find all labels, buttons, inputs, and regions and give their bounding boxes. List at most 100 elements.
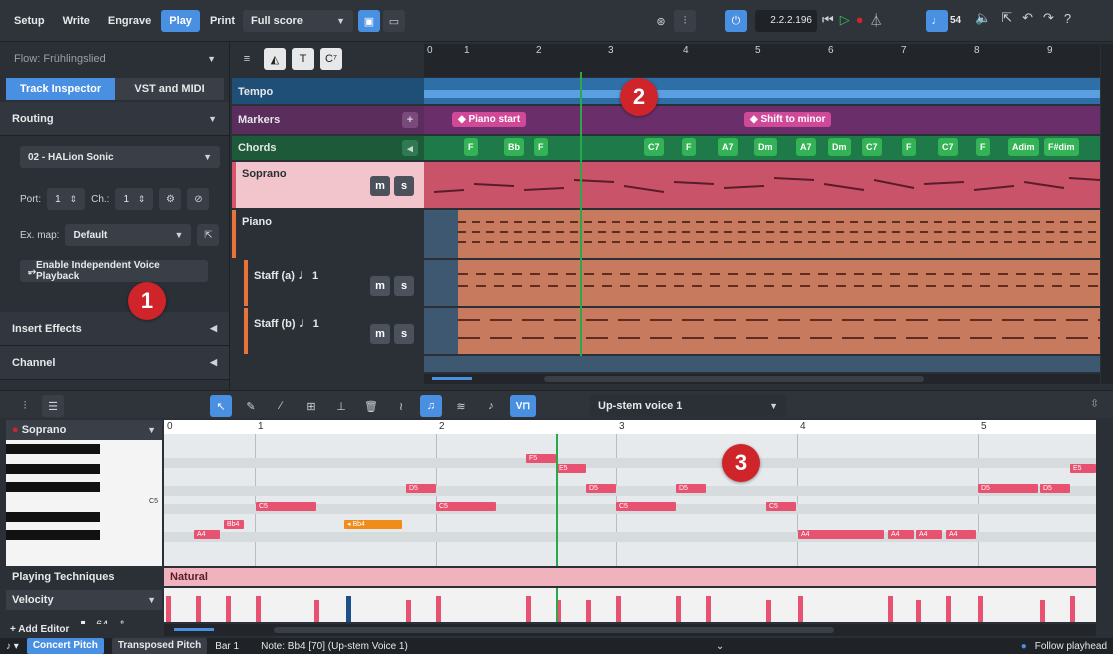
editor-ruler[interactable]: 0 1 2 3 4 5	[164, 420, 1096, 434]
velocity-select[interactable]: Velocity ▼	[6, 590, 162, 610]
chord-track-icon[interactable]: C⁷	[320, 48, 342, 70]
solo-button[interactable]: s	[394, 176, 414, 196]
add-editor-button[interactable]: + Add Editor	[6, 624, 162, 636]
note-a4[interactable]: A4	[946, 530, 976, 539]
delete-icon[interactable]: 🗑	[360, 395, 382, 417]
note-c5[interactable]: C5	[256, 502, 316, 511]
chord-f[interactable]: F	[682, 138, 696, 156]
staff-b-track-header[interactable]: Staff (b) ♩1 m s	[244, 308, 424, 354]
page-view-icon[interactable]: ▭	[383, 10, 405, 32]
mute-button[interactable]: m	[370, 176, 390, 196]
track-horizontal-scrollbar[interactable]	[424, 374, 1100, 384]
chord-f[interactable]: F	[976, 138, 990, 156]
mute-button[interactable]: m	[370, 276, 390, 296]
note-d5[interactable]: D5	[1040, 484, 1070, 493]
chords-track-header[interactable]: Chords ◂	[232, 136, 424, 160]
tempo-track-icon[interactable]: T	[292, 48, 314, 70]
layout-select[interactable]: Full score ▼	[243, 10, 353, 32]
note-input-icon[interactable]: ♪ ▾	[6, 641, 19, 652]
velocity-tool-icon[interactable]: ⊥	[330, 395, 352, 417]
chord-fsharpdim[interactable]: F#dim	[1044, 138, 1079, 156]
staff-a-lane[interactable]	[424, 260, 1100, 306]
note-d5[interactable]: D5	[978, 484, 1038, 493]
select-tool-icon[interactable]: ↖	[210, 395, 232, 417]
follow-playhead-label[interactable]: Follow playhead	[1035, 641, 1107, 652]
chord-f[interactable]: F	[534, 138, 548, 156]
chord-f[interactable]: F	[464, 138, 478, 156]
markers-lane[interactable]: ◆ Piano start ◆ Shift to minor	[424, 106, 1100, 134]
piano-lane[interactable]	[424, 210, 1100, 258]
mute-button[interactable]: m	[370, 324, 390, 344]
undo-icon[interactable]: ↶	[1022, 10, 1033, 26]
soprano-track-header[interactable]: Soprano m s	[232, 162, 424, 208]
note-d5[interactable]: D5	[586, 484, 616, 493]
exmap-select[interactable]: Default ▼	[65, 224, 192, 246]
settings-icon[interactable]: ⚙	[159, 188, 182, 210]
port-stepper[interactable]: 1 ⇕	[47, 188, 86, 210]
note-a4[interactable]: A4	[888, 530, 914, 539]
add-marker-icon[interactable]: +	[402, 112, 418, 128]
chord-bb[interactable]: Bb	[504, 138, 524, 156]
enable-voice-playback-button[interactable]: ⥅ Enable Independent Voice Playback	[20, 260, 208, 282]
list-view-icon[interactable]: ☰	[42, 395, 64, 417]
mode-print[interactable]: Print	[202, 10, 243, 32]
tempo-mode-icon[interactable]: ♩	[926, 10, 948, 32]
mode-write[interactable]: Write	[55, 10, 98, 32]
piano-keyboard[interactable]: C5	[6, 440, 162, 566]
export-icon[interactable]: ⇱	[1001, 10, 1012, 26]
mixer-icon[interactable]: ⫶	[14, 395, 36, 417]
flow-select[interactable]: Flow: Frühlingslied ▼	[6, 48, 224, 70]
help-icon[interactable]: ?	[1064, 11, 1071, 26]
note-input-icon[interactable]: ♫	[420, 395, 442, 417]
marker-shift-to-minor[interactable]: ◆ Shift to minor	[744, 112, 832, 127]
solo-button[interactable]: s	[394, 276, 414, 296]
note-bb4[interactable]: Bb4	[224, 520, 244, 529]
insert-effects-header[interactable]: Insert Effects ◀	[0, 312, 229, 346]
velocity-lane[interactable]	[164, 588, 1096, 622]
chord-f[interactable]: F	[902, 138, 916, 156]
dynamics-icon[interactable]: ◭	[264, 48, 286, 70]
redo-icon[interactable]: ↷	[1043, 10, 1054, 26]
tuplet-icon[interactable]: ♪	[480, 395, 502, 417]
tab-vst-midi[interactable]: VST and MIDI	[115, 78, 224, 100]
tempo-lane[interactable]	[424, 78, 1100, 104]
mixer-icon[interactable]: ⫶	[674, 10, 696, 32]
editor-instrument-select[interactable]: ● Soprano ▼	[6, 420, 162, 440]
channel-header[interactable]: Channel ◀	[0, 346, 229, 380]
edit-instrument-icon[interactable]: ⊘	[187, 188, 210, 210]
piano-track-header[interactable]: Piano	[232, 210, 424, 258]
chord-dm[interactable]: Dm	[828, 138, 851, 156]
markers-track-header[interactable]: Markers +	[232, 106, 424, 134]
chord-a7[interactable]: A7	[718, 138, 738, 156]
track-list-icon[interactable]: ≡	[236, 48, 258, 70]
transposed-pitch-toggle[interactable]: Transposed Pitch	[111, 638, 208, 654]
instrument-select[interactable]: 02 - HALion Sonic ▼	[20, 146, 220, 168]
chord-adim[interactable]: Adim	[1008, 138, 1039, 156]
playhead[interactable]	[580, 72, 582, 356]
solo-button[interactable]: s	[394, 324, 414, 344]
chord-dm[interactable]: Dm	[754, 138, 777, 156]
galley-view-icon[interactable]: ▣	[358, 10, 380, 32]
staff-b-lane[interactable]	[424, 308, 1100, 354]
note-d5[interactable]: D5	[676, 484, 706, 493]
play-icon[interactable]: ▷	[840, 12, 850, 28]
chord-options-icon[interactable]: ◂	[402, 140, 418, 156]
note-a4[interactable]: A4	[798, 530, 884, 539]
video-icon[interactable]: ⊛	[650, 10, 672, 32]
note-c5[interactable]: C5	[766, 502, 796, 511]
voice-select[interactable]: Up-stem voice 1 ▼	[590, 395, 786, 417]
note-a4[interactable]: A4	[194, 530, 220, 539]
open-editor-icon[interactable]: ⇱	[197, 224, 220, 246]
tempo-track-header[interactable]: Tempo	[232, 78, 424, 104]
editor-vertical-zoom[interactable]	[1097, 420, 1111, 566]
staff-a-track-header[interactable]: Staff (a) ♩1 m s	[244, 260, 424, 306]
chord-a7[interactable]: A7	[796, 138, 816, 156]
editor-playhead[interactable]	[556, 434, 558, 566]
track-vertical-scrollbar[interactable]	[1101, 44, 1113, 384]
routing-header[interactable]: Routing ▼	[0, 102, 229, 136]
soprano-lane[interactable]	[424, 162, 1101, 208]
speaker-icon[interactable]: 🔈	[975, 10, 991, 26]
mode-setup[interactable]: Setup	[6, 10, 53, 32]
collapse-icon[interactable]: ⌄	[716, 641, 724, 652]
note-e5[interactable]: E5	[556, 464, 586, 473]
